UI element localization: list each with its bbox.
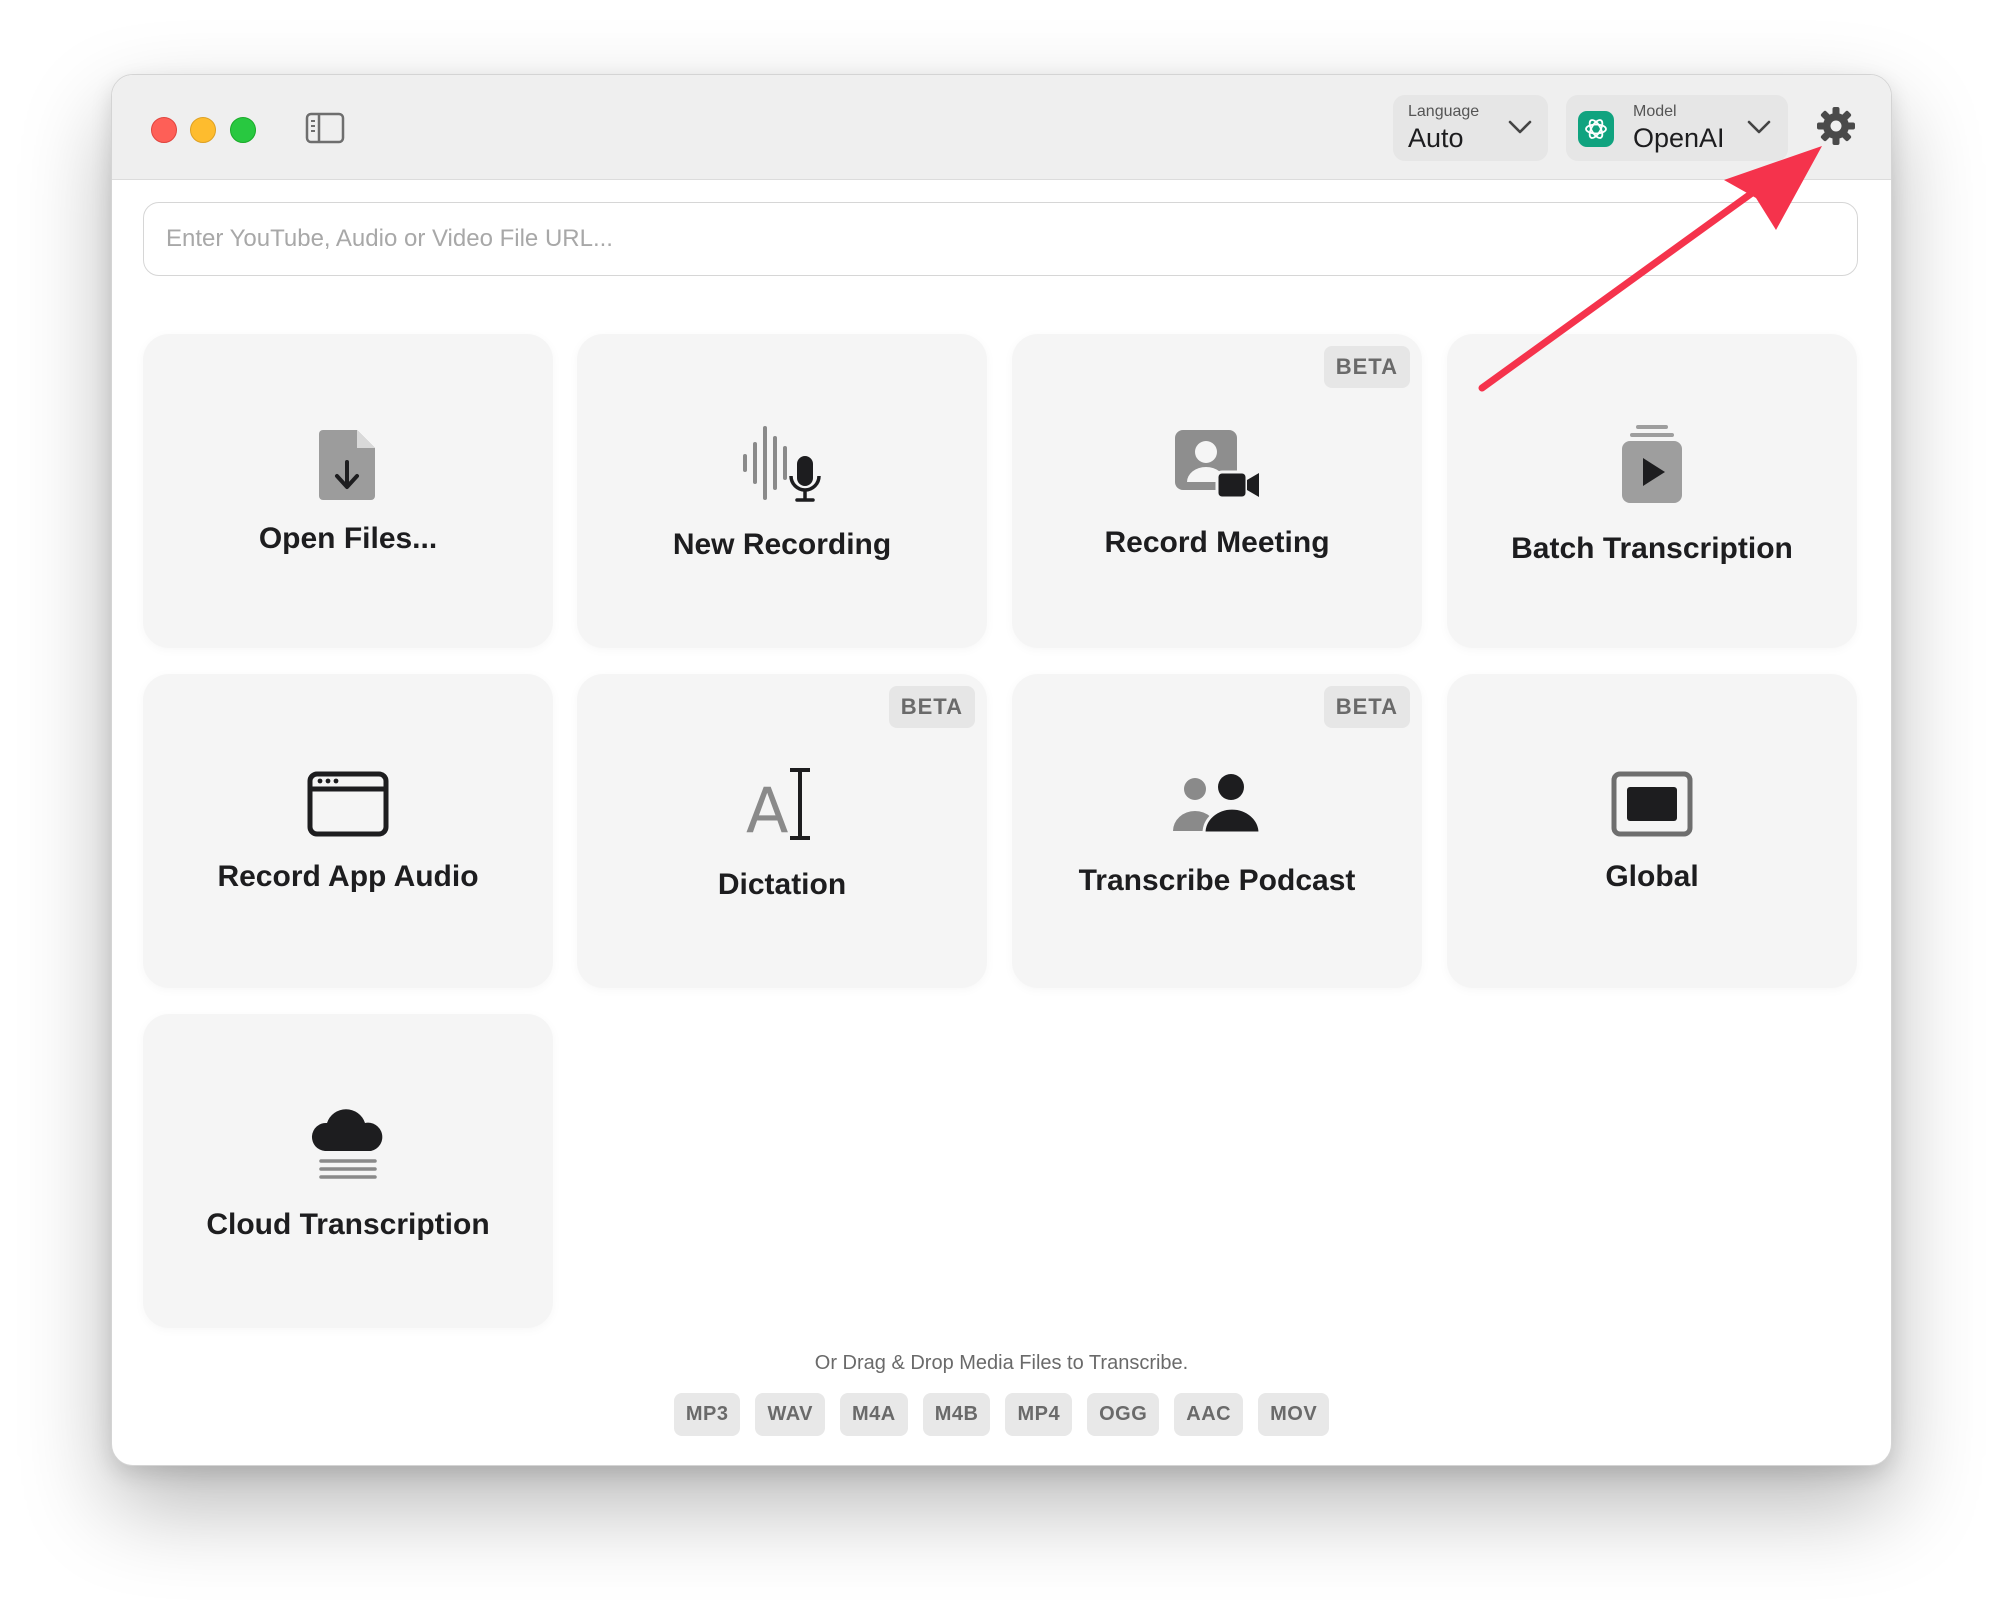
format-badge: MP4 <box>1005 1393 1073 1436</box>
person-video-icon <box>1167 414 1267 514</box>
format-badge: MP3 <box>673 1393 741 1436</box>
card-label: New Recording <box>672 528 892 561</box>
card-label: Global <box>1605 860 1699 893</box>
minimize-window-button[interactable] <box>190 117 216 143</box>
document-download-icon <box>298 414 398 514</box>
card-label: Record Meeting <box>1104 526 1330 559</box>
transcribe-podcast-card[interactable]: BETA Transcribe Podcast <box>1012 674 1422 988</box>
beta-badge: BETA <box>1323 346 1410 388</box>
language-value: Auto <box>1408 123 1464 153</box>
app-window-icon <box>298 754 398 854</box>
text-cursor-icon: A <box>732 754 832 854</box>
card-label: Cloud Transcription <box>206 1208 490 1241</box>
cloud-transcription-card[interactable]: Cloud Transcription <box>143 1014 553 1328</box>
format-badge: WAV <box>755 1393 826 1436</box>
chevron-down-icon <box>1747 120 1771 134</box>
waveform-mic-icon <box>732 414 832 514</box>
stacked-play-icon <box>1602 414 1702 514</box>
card-label: Record App Audio <box>217 860 479 893</box>
global-card[interactable]: Global <box>1447 674 1857 988</box>
annotation-arrow-icon <box>1478 146 1822 392</box>
drag-drop-hint: Or Drag & Drop Media Files to Transcribe… <box>814 1352 1189 1374</box>
record-meeting-card[interactable]: BETA Record Meeting <box>1012 334 1422 648</box>
model-label: Model <box>1633 103 1677 120</box>
beta-badge: BETA <box>1323 686 1410 728</box>
zoom-window-button[interactable] <box>230 117 256 143</box>
format-badge: MOV <box>1258 1393 1330 1436</box>
people-icon <box>1167 754 1267 854</box>
new-recording-card[interactable]: New Recording <box>577 334 987 648</box>
display-icon <box>1602 754 1702 854</box>
format-badge: M4A <box>840 1393 908 1436</box>
open-files-card[interactable]: Open Files... <box>143 334 553 648</box>
card-label: Dictation <box>717 868 847 901</box>
format-badge: OGG <box>1087 1393 1160 1436</box>
sidebar-toggle-icon[interactable] <box>305 112 345 144</box>
chevron-down-icon <box>1508 120 1532 134</box>
card-label: Open Files... <box>258 522 438 555</box>
close-window-button[interactable] <box>151 117 177 143</box>
language-label: Language <box>1408 103 1480 120</box>
beta-badge: BETA <box>888 686 975 728</box>
format-badge: M4B <box>922 1393 991 1436</box>
dictation-icon-letter: A <box>746 774 788 842</box>
supported-formats: MP3 WAV M4A M4B MP4 OGG AAC MOV <box>112 1393 1891 1436</box>
format-badge: AAC <box>1174 1393 1244 1436</box>
record-app-audio-card[interactable]: Record App Audio <box>143 674 553 988</box>
card-label: Batch Transcription <box>1511 532 1793 565</box>
cloud-fog-icon <box>298 1094 398 1194</box>
dictation-card[interactable]: BETA A Dictation <box>577 674 987 988</box>
card-label: Transcribe Podcast <box>1078 864 1356 897</box>
